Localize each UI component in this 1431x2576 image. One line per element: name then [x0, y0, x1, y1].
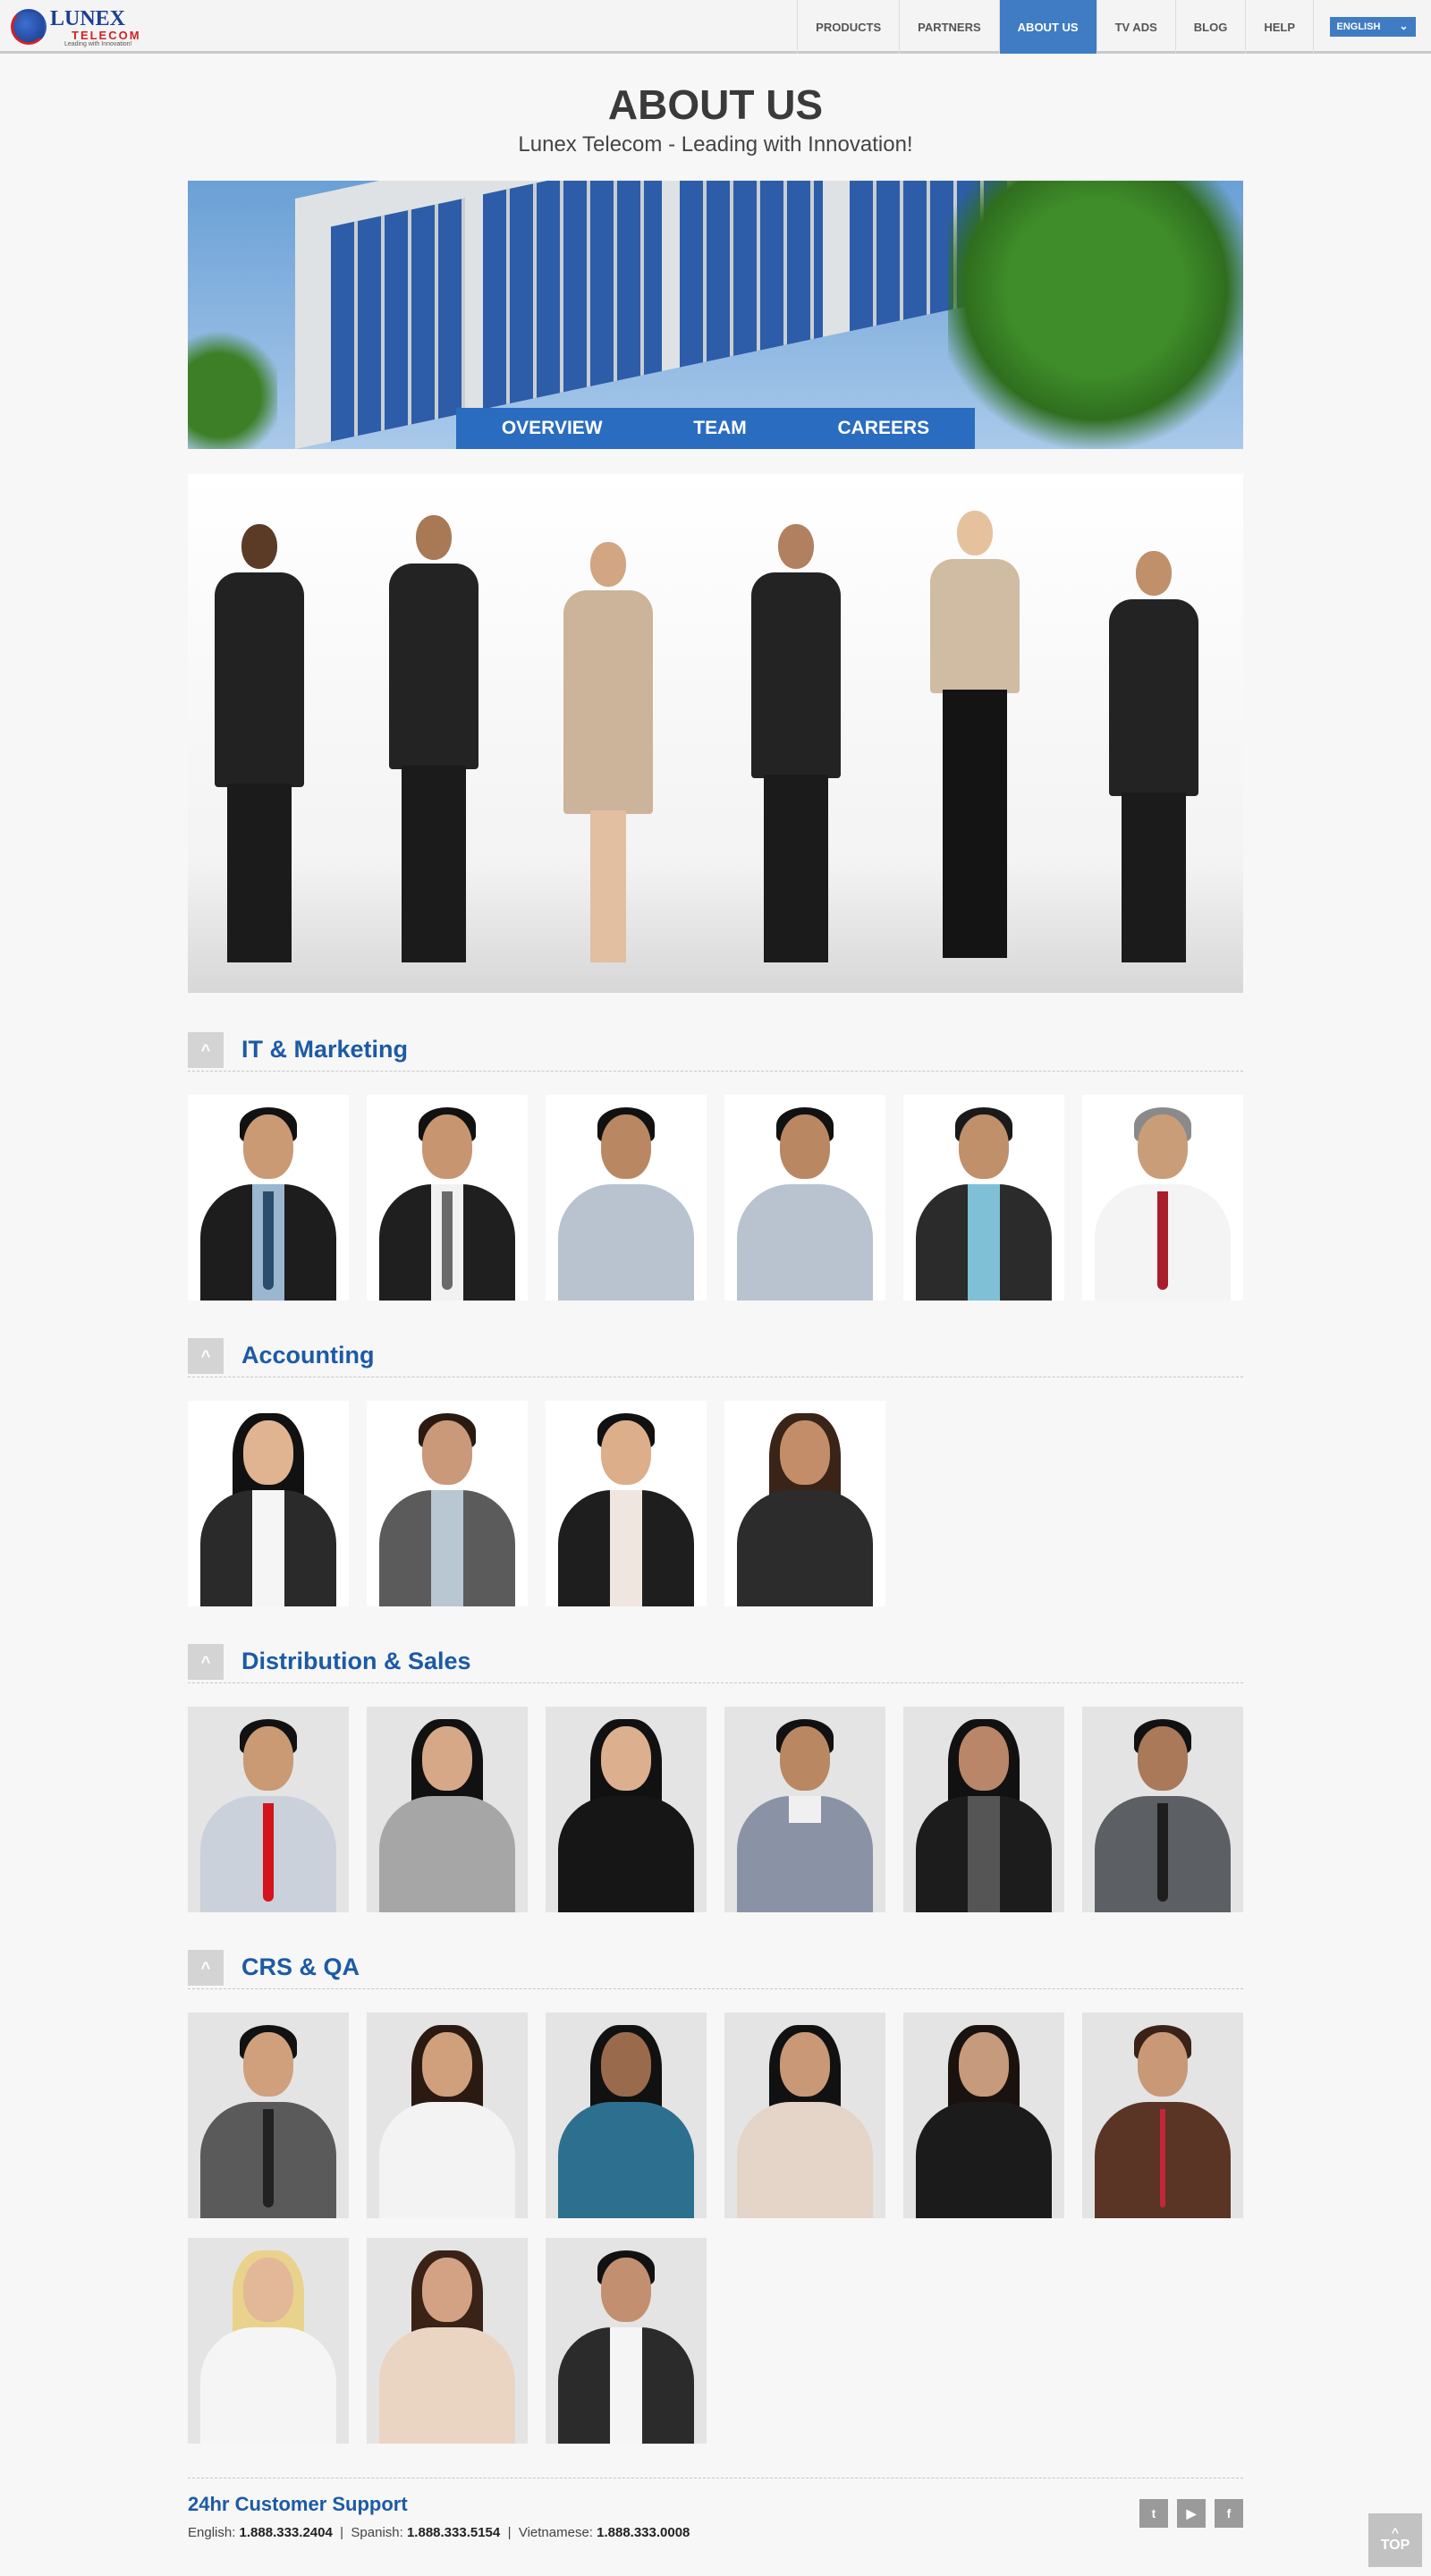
section-header-it-marketing: ^ IT & Marketing: [188, 1027, 1243, 1072]
english-number[interactable]: 1.888.333.2404: [240, 2525, 333, 2540]
site-header: LUNEX TELECOM Leading with Innovation! P…: [0, 0, 1431, 54]
nav-blog[interactable]: BLOG: [1174, 0, 1246, 54]
team-member-photo[interactable]: [546, 1707, 707, 1912]
lunex-logo[interactable]: LUNEX TELECOM Leading with Innovation!: [7, 5, 150, 48]
footer-support-title: 24hr Customer Support: [188, 2493, 408, 2515]
nav-products[interactable]: PRODUCTS: [797, 0, 899, 54]
twitter-icon[interactable]: t: [1139, 2499, 1168, 2528]
top-label: TOP: [1380, 2538, 1410, 2553]
collapse-toggle-icon[interactable]: ^: [188, 1338, 224, 1374]
team-member-photo[interactable]: [724, 2012, 885, 2218]
group-person: [555, 542, 662, 971]
logo-tagline: Leading with Innovation!: [64, 41, 132, 47]
team-member-photo[interactable]: [903, 1707, 1064, 1912]
tab-team[interactable]: TEAM: [693, 418, 747, 439]
youtube-icon[interactable]: ▶: [1177, 2499, 1206, 2528]
page-title: ABOUT US: [607, 81, 824, 128]
nav-tv-ads[interactable]: TV ADS: [1096, 0, 1175, 54]
facebook-icon[interactable]: f: [1215, 2499, 1243, 2528]
team-member-photo[interactable]: [188, 2238, 349, 2444]
team-member-photo[interactable]: [367, 2012, 528, 2218]
logo-sub: TELECOM: [72, 29, 141, 42]
team-member-photo[interactable]: [367, 1095, 528, 1301]
globe-icon: [11, 9, 47, 45]
team-member-photo[interactable]: [367, 1401, 528, 1606]
group-person: [380, 515, 487, 971]
team-member-photo[interactable]: [188, 1707, 349, 1912]
separator: |: [340, 2525, 344, 2540]
nav-help[interactable]: HELP: [1245, 0, 1313, 54]
team-member-photo[interactable]: [367, 1707, 528, 1912]
team-member-photo[interactable]: [367, 2238, 528, 2444]
page-subtitle: Lunex Telecom - Leading with Innovation!: [518, 132, 913, 157]
language-select[interactable]: ENGLISH ⌄: [1329, 17, 1416, 37]
logo-word: LUNEX: [50, 7, 126, 30]
language-value: ENGLISH: [1336, 21, 1381, 32]
english-label: English:: [188, 2525, 236, 2540]
collapse-toggle-icon[interactable]: ^: [188, 1950, 224, 1986]
team-member-photo[interactable]: [188, 1401, 349, 1606]
about-banner: OVERVIEW TEAM CAREERS: [188, 181, 1243, 449]
team-member-photo[interactable]: [546, 1095, 707, 1301]
tab-overview[interactable]: OVERVIEW: [502, 418, 603, 439]
section-header-crs-qa: ^ CRS & QA: [188, 1945, 1243, 1989]
section-title[interactable]: IT & Marketing: [241, 1036, 408, 1063]
footer-divider: [188, 2478, 1243, 2479]
collapse-toggle-icon[interactable]: ^: [188, 1032, 224, 1068]
spanish-number[interactable]: 1.888.333.5154: [407, 2525, 500, 2540]
group-person: [921, 511, 1029, 971]
chevron-down-icon: ⌄: [1399, 20, 1409, 32]
tab-careers[interactable]: CAREERS: [837, 418, 929, 439]
section-title[interactable]: Distribution & Sales: [241, 1648, 471, 1675]
team-member-photo[interactable]: [546, 2012, 707, 2218]
section-title[interactable]: Accounting: [241, 1342, 375, 1369]
footer-phone-numbers: English: 1.888.333.2404 | Spanish: 1.888…: [188, 2525, 690, 2540]
team-member-photo[interactable]: [1082, 2012, 1243, 2218]
nav-about-us[interactable]: ABOUT US: [998, 0, 1097, 54]
team-member-photo[interactable]: [903, 2012, 1064, 2218]
section-header-accounting: ^ Accounting: [188, 1333, 1243, 1377]
arrow-up-icon: ^: [1391, 2525, 1400, 2539]
section-header-distribution-sales: ^ Distribution & Sales: [188, 1639, 1243, 1683]
tree-image: [188, 324, 277, 449]
team-member-photo[interactable]: [1082, 1707, 1243, 1912]
team-member-photo[interactable]: [724, 1707, 885, 1912]
group-person: [206, 524, 313, 971]
tree-image: [948, 181, 1243, 449]
team-member-photo[interactable]: [546, 1401, 707, 1606]
spanish-label: Spanish:: [351, 2525, 403, 2540]
vietnamese-label: Vietnamese:: [518, 2525, 593, 2540]
language-wrapper: ENGLISH ⌄: [1313, 0, 1431, 54]
group-person: [742, 524, 850, 971]
section-title[interactable]: CRS & QA: [241, 1953, 360, 1981]
team-member-photo[interactable]: [188, 2012, 349, 2218]
team-member-photo[interactable]: [724, 1401, 885, 1606]
team-member-photo[interactable]: [724, 1095, 885, 1301]
about-tabs: OVERVIEW TEAM CAREERS: [456, 408, 975, 449]
team-member-photo[interactable]: [188, 1095, 349, 1301]
nav-partners[interactable]: PARTNERS: [899, 0, 999, 54]
vietnamese-number[interactable]: 1.888.333.0008: [597, 2525, 690, 2540]
team-member-photo[interactable]: [1082, 1095, 1243, 1301]
collapse-toggle-icon[interactable]: ^: [188, 1644, 224, 1680]
back-to-top-button[interactable]: ^ TOP: [1368, 2513, 1422, 2567]
team-member-photo[interactable]: [903, 1095, 1064, 1301]
group-person: [1100, 551, 1207, 971]
main-nav: PRODUCTS PARTNERS ABOUT US TV ADS BLOG H…: [797, 0, 1431, 54]
team-group-photo: [188, 474, 1243, 993]
separator: |: [507, 2525, 512, 2540]
team-member-photo[interactable]: [546, 2238, 707, 2444]
